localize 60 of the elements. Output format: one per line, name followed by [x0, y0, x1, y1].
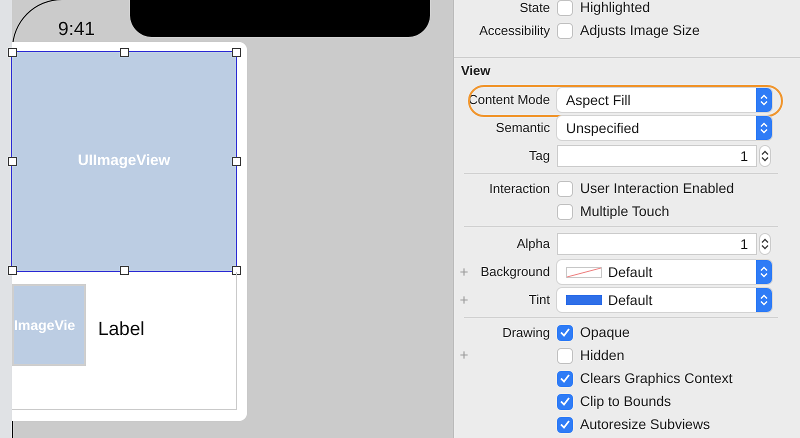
color-dropdown[interactable]: Default: [557, 260, 772, 284]
number-field[interactable]: 1: [557, 233, 757, 255]
checkbox[interactable]: [557, 394, 573, 410]
checkbox-label: Clip to Bounds: [580, 392, 672, 411]
stepper[interactable]: [759, 233, 771, 255]
dropdown[interactable]: Aspect Fill: [557, 88, 772, 112]
table-cell[interactable]: ImageVie Label: [12, 272, 237, 410]
thumbnail-image-view: ImageVie: [12, 284, 86, 366]
up-down-chevron-icon: [760, 94, 768, 106]
checkbox-label: Adjusts Image Size: [580, 21, 700, 40]
checkbox-label: User Interaction Enabled: [580, 179, 734, 198]
field-label: Content Mode: [468, 91, 550, 110]
resize-handle[interactable]: [8, 48, 17, 57]
checkbox[interactable]: [557, 22, 573, 38]
up-down-chevron-icon: [760, 122, 768, 134]
up-down-chevron-icon: [760, 294, 768, 306]
checkbox-label: Clears Graphics Context: [580, 369, 733, 388]
field-label: Alpha: [516, 235, 550, 254]
resize-handle[interactable]: [232, 266, 241, 275]
checkbox-label: Autoresize Subviews: [580, 415, 710, 434]
field-label: Accessibility: [479, 22, 550, 40]
number-field[interactable]: 1: [557, 145, 757, 167]
checkmark-icon: [560, 420, 570, 429]
field-label: State: [520, 0, 550, 17]
checkbox[interactable]: [557, 370, 573, 386]
checkbox[interactable]: [557, 348, 573, 364]
checkbox-label: Hidden: [580, 346, 624, 365]
checkbox[interactable]: [557, 180, 573, 196]
checkbox[interactable]: [557, 204, 573, 220]
checkmark-icon: [560, 397, 570, 406]
checkbox[interactable]: [557, 416, 573, 432]
checkmark-icon: [560, 374, 570, 383]
section-title: View: [461, 62, 490, 80]
field-label: Tint: [528, 291, 550, 310]
resize-handle[interactable]: [8, 266, 17, 275]
resize-handle[interactable]: [120, 48, 129, 57]
field-label: Drawing: [502, 324, 550, 342]
field-label: Background: [480, 263, 550, 282]
resize-handle[interactable]: [232, 157, 241, 166]
checkbox[interactable]: [557, 0, 573, 16]
checkmark-icon: [560, 328, 570, 337]
checkbox[interactable]: [557, 324, 573, 340]
checkbox-label: Highlighted: [580, 0, 650, 17]
up-down-chevron-icon: [760, 266, 768, 278]
field-label: Semantic: [496, 119, 550, 138]
checkbox-label: Multiple Touch: [580, 202, 670, 221]
resize-handle[interactable]: [232, 48, 241, 57]
dropdown[interactable]: Unspecified: [557, 116, 772, 140]
no-color-swatch-icon: [566, 266, 602, 278]
resize-handle[interactable]: [120, 266, 129, 275]
stepper[interactable]: [759, 145, 771, 167]
checkbox-label: Opaque: [580, 323, 630, 342]
field-label: Tag: [529, 147, 550, 166]
status-bar-time: 9:41: [58, 18, 95, 42]
field-label: Interaction: [489, 180, 550, 198]
color-dropdown[interactable]: Default: [557, 288, 772, 312]
up-down-chevron-icon: [761, 238, 769, 250]
up-down-chevron-icon: [761, 150, 769, 162]
cell-label: Label: [98, 318, 144, 342]
resize-handle[interactable]: [8, 157, 17, 166]
